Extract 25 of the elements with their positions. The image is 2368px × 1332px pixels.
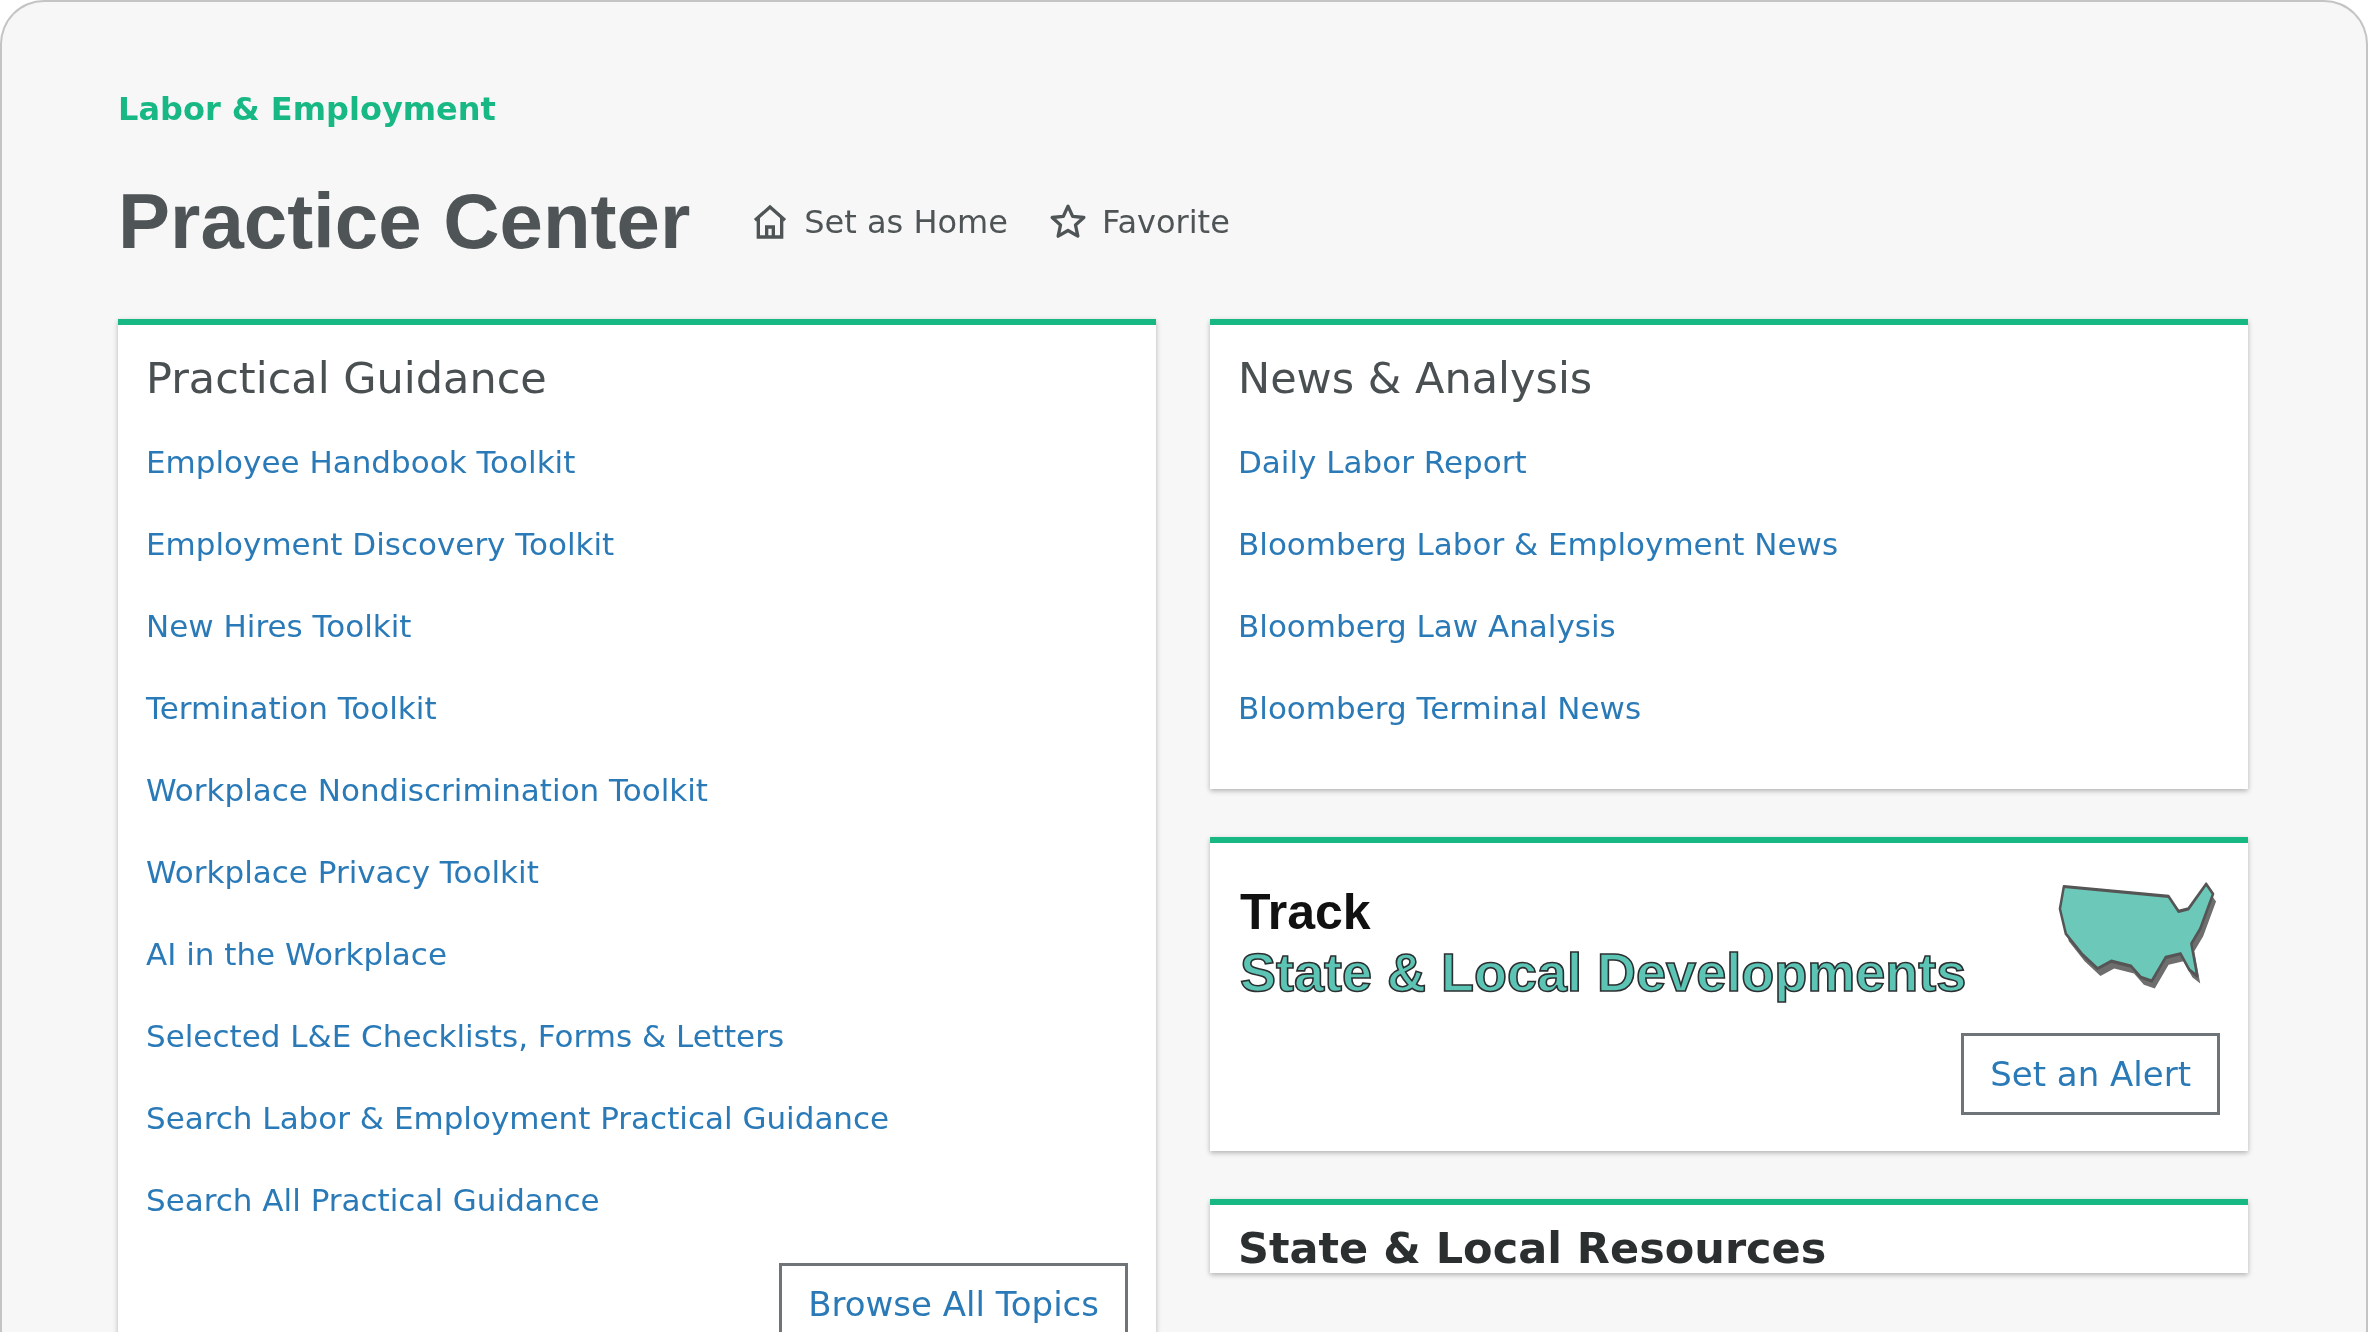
guidance-link[interactable]: Employee Handbook Toolkit [146,421,576,503]
set-alert-button[interactable]: Set an Alert [1961,1033,2220,1115]
track-subheading: State & Local Developments [1240,941,1967,1003]
guidance-link[interactable]: New Hires Toolkit [146,585,412,667]
news-link[interactable]: Bloomberg Law Analysis [1238,585,1616,667]
guidance-link[interactable]: Workplace Nondiscrimination Toolkit [146,749,709,831]
guidance-link[interactable]: Search All Practical Guidance [146,1159,600,1241]
section-label: Labor & Employment [118,90,496,128]
guidance-link[interactable]: Workplace Privacy Toolkit [146,831,539,913]
guidance-link[interactable]: AI in the Workplace [146,913,447,995]
guidance-link[interactable]: Search Labor & Employment Practical Guidance [146,1077,890,1159]
browse-topics-button[interactable]: Browse All Topics [779,1263,1128,1332]
card-title: Practical Guidance [146,353,548,403]
news-link[interactable]: Bloomberg Terminal News [1238,667,1642,749]
news-link[interactable]: Daily Labor Report [1238,421,1527,503]
favorite-button[interactable]: Favorite [1047,201,1230,242]
page-title: Practice Center [118,176,691,267]
guidance-link[interactable]: Termination Toolkit [146,667,437,749]
card-title: News & Analysis [1238,353,1594,403]
set-home-button[interactable]: Set as Home [750,201,1008,242]
guidance-link[interactable]: Employment Discovery Toolkit [146,503,615,585]
card-title: State & Local Resources [1238,1223,1828,1273]
news-link[interactable]: Bloomberg Labor & Employment News [1238,503,1839,585]
guidance-link[interactable]: Selected L&E Checklists, Forms & Letters [146,995,785,1077]
track-heading: Track [1240,883,1372,941]
